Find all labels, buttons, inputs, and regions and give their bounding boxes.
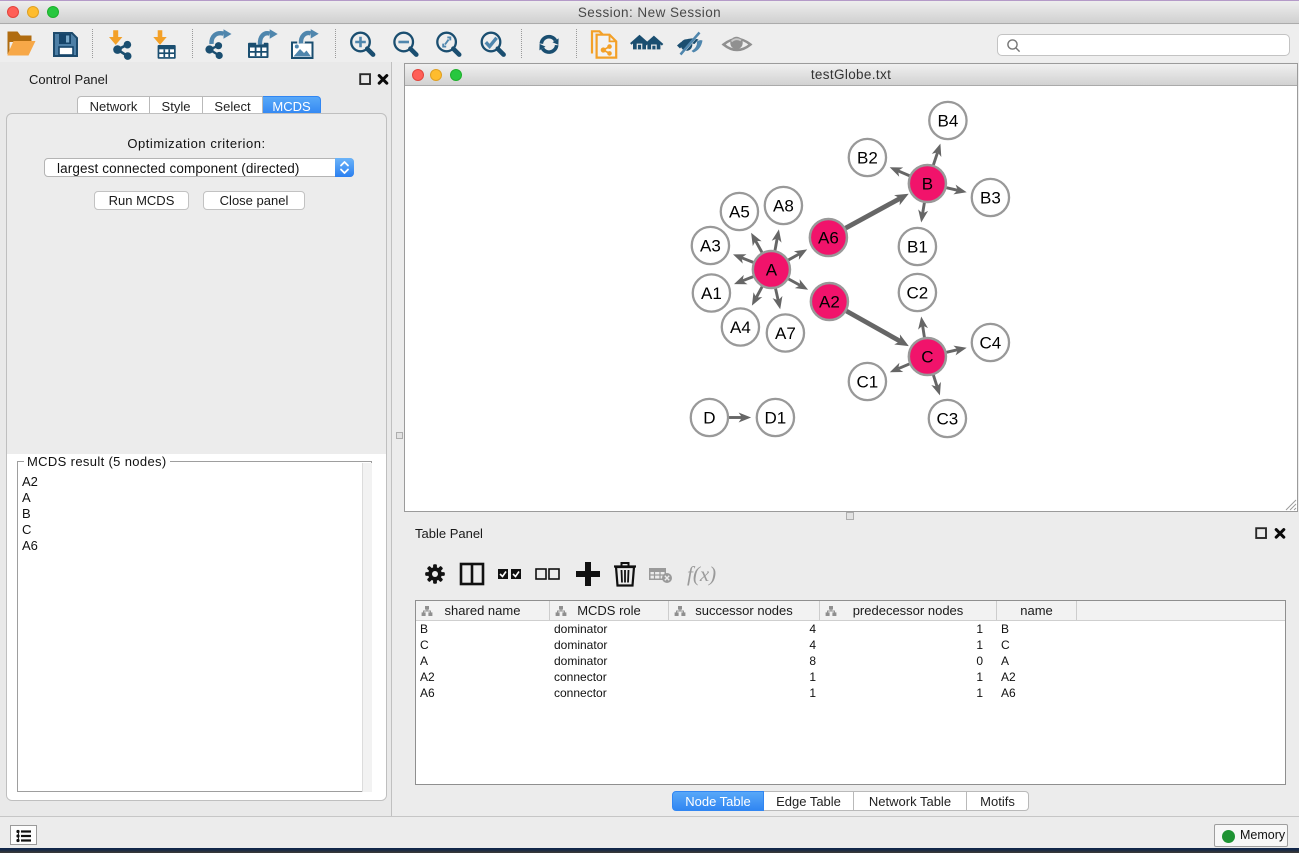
svg-text:A1: A1 — [701, 284, 722, 303]
svg-text:D: D — [703, 409, 715, 428]
svg-text:f(x): f(x) — [687, 562, 716, 586]
svg-text:A6: A6 — [818, 229, 839, 248]
svg-text:A: A — [766, 261, 778, 280]
svg-text:A7: A7 — [775, 324, 796, 343]
svg-text:A5: A5 — [729, 203, 750, 222]
svg-text:A8: A8 — [773, 197, 794, 216]
svg-text:A2: A2 — [819, 293, 840, 312]
svg-text:B2: B2 — [857, 149, 878, 168]
svg-text:C: C — [921, 348, 933, 367]
svg-text:A3: A3 — [700, 237, 721, 256]
svg-text:C4: C4 — [980, 334, 1002, 353]
svg-text:C1: C1 — [857, 373, 879, 392]
svg-text:D1: D1 — [765, 409, 787, 428]
svg-text:A4: A4 — [730, 318, 751, 337]
svg-text:B1: B1 — [907, 238, 928, 257]
svg-text:C3: C3 — [937, 410, 959, 429]
svg-text:C2: C2 — [907, 284, 929, 303]
svg-text:B3: B3 — [980, 189, 1001, 208]
svg-text:B4: B4 — [938, 112, 959, 131]
svg-text:B: B — [922, 175, 933, 194]
